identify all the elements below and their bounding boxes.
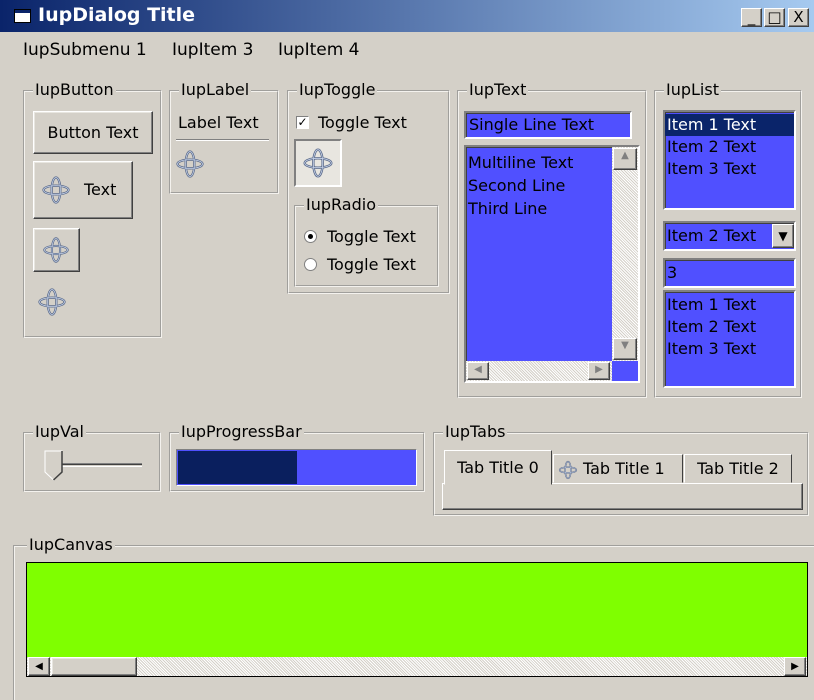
label-separator [176, 139, 269, 141]
iuptoggle-frame-title: IupToggle [297, 80, 378, 99]
list-dropdown[interactable]: Item 2 Text ▼ [663, 221, 796, 251]
scroll-down-arrow-icon[interactable]: ▼ [613, 338, 637, 360]
canvas-horizontal-scrollbar[interactable]: ◀ ▶ [26, 657, 808, 677]
progress-bar-fill [178, 451, 297, 484]
window-title: IupDialog Title [38, 4, 196, 26]
app-window-icon[interactable] [14, 9, 31, 23]
maximize-button[interactable]: □ [764, 8, 785, 27]
list-item[interactable]: Item 2 Text [667, 316, 756, 338]
radio-option-2-label[interactable]: Toggle Text [327, 255, 416, 274]
multiline-line: Multiline Text [468, 153, 574, 172]
tab-title-1-label: Tab Title 1 [583, 459, 665, 478]
multiline-line: Second Line [468, 176, 566, 195]
list-item[interactable]: Item 1 Text [667, 294, 756, 316]
list-box-1[interactable]: Item 1 Text Item 2 Text Item 3 Text [663, 110, 796, 210]
orbit-icon [39, 175, 73, 205]
iupcanvas-frame-title: IupCanvas [27, 535, 115, 554]
radio-button-1[interactable] [304, 230, 317, 243]
iuplist-frame-title: IupList [664, 80, 721, 99]
iuptext-frame-title: IupText [467, 80, 529, 99]
val-slider-thumb[interactable] [44, 450, 64, 482]
iuplabel-frame-title: IupLabel [179, 80, 252, 99]
list-item[interactable]: Item 1 Text [665, 114, 794, 136]
multiline-horizontal-scrollbar[interactable]: ◀ ▶ [466, 361, 612, 381]
minimize-button[interactable]: _ [741, 8, 762, 27]
list-box-2[interactable]: Item 1 Text Item 2 Text Item 3 Text [663, 290, 796, 388]
chevron-down-icon[interactable]: ▼ [772, 224, 794, 248]
multiline-vertical-scrollbar[interactable]: ▲ ▼ [612, 147, 638, 361]
canvas-drawing-area[interactable] [26, 562, 808, 658]
tab-title-1[interactable]: Tab Title 1 [553, 454, 683, 483]
canvas-scroll-thumb[interactable] [51, 657, 137, 676]
scroll-left-arrow-icon[interactable]: ◀ [467, 362, 489, 380]
tab-title-2[interactable]: Tab Title 2 [684, 454, 792, 483]
orbit-icon [175, 148, 205, 180]
icon-text-button[interactable]: Text [33, 161, 133, 219]
orbit-flat-button-icon[interactable] [37, 287, 67, 317]
iupprogressbar-frame-title: IupProgressBar [179, 422, 304, 441]
tab-title-0[interactable]: Tab Title 0 [444, 450, 552, 485]
single-line-text-input[interactable]: Single Line Text [464, 111, 632, 139]
iuptabs-frame-title: IupTabs [443, 422, 508, 441]
close-button[interactable]: X [788, 8, 809, 27]
list-dropdown-value: Item 2 Text [667, 226, 757, 245]
orbit-icon [41, 236, 71, 264]
menu-submenu-1[interactable]: IupSubmenu 1 [23, 40, 147, 60]
list-item[interactable]: Item 2 Text [665, 136, 794, 158]
list-edit-field[interactable]: 3 [663, 258, 796, 288]
scroll-left-arrow-icon[interactable]: ◀ [28, 657, 50, 676]
button-text-button[interactable]: Button Text [33, 111, 153, 154]
orbit-icon [558, 460, 578, 480]
scroll-right-arrow-icon[interactable]: ▶ [784, 657, 806, 676]
scroll-right-arrow-icon[interactable]: ▶ [588, 362, 610, 380]
toggle-checkbox-label[interactable]: Toggle Text [318, 113, 407, 132]
icon-button[interactable] [33, 228, 80, 272]
radio-button-2[interactable] [304, 258, 317, 271]
iupbutton-frame-title: IupButton [33, 80, 116, 99]
progress-bar [176, 449, 417, 486]
image-toggle[interactable] [294, 139, 342, 187]
tab-panel [442, 483, 803, 510]
multiline-line: Third Line [468, 199, 548, 218]
scroll-up-arrow-icon[interactable]: ▲ [613, 148, 637, 170]
menu-item-3[interactable]: IupItem 3 [172, 40, 254, 60]
label-text: Label Text [178, 113, 259, 132]
list-item[interactable]: Item 3 Text [665, 158, 794, 180]
orbit-icon [302, 147, 334, 179]
radio-option-1-label[interactable]: Toggle Text [327, 227, 416, 246]
icon-text-button-label: Text [84, 180, 117, 199]
multiline-text-area[interactable]: Multiline Text Second Line Third Line ▲ … [464, 145, 640, 383]
iupradio-frame-title: IupRadio [304, 195, 378, 214]
menu-item-4[interactable]: IupItem 4 [278, 40, 360, 60]
toggle-checkbox[interactable]: ✓ [296, 116, 309, 129]
list-item[interactable]: Item 3 Text [667, 338, 756, 360]
iupradio-frame: IupRadio [294, 195, 439, 287]
iupval-frame-title: IupVal [33, 422, 86, 441]
